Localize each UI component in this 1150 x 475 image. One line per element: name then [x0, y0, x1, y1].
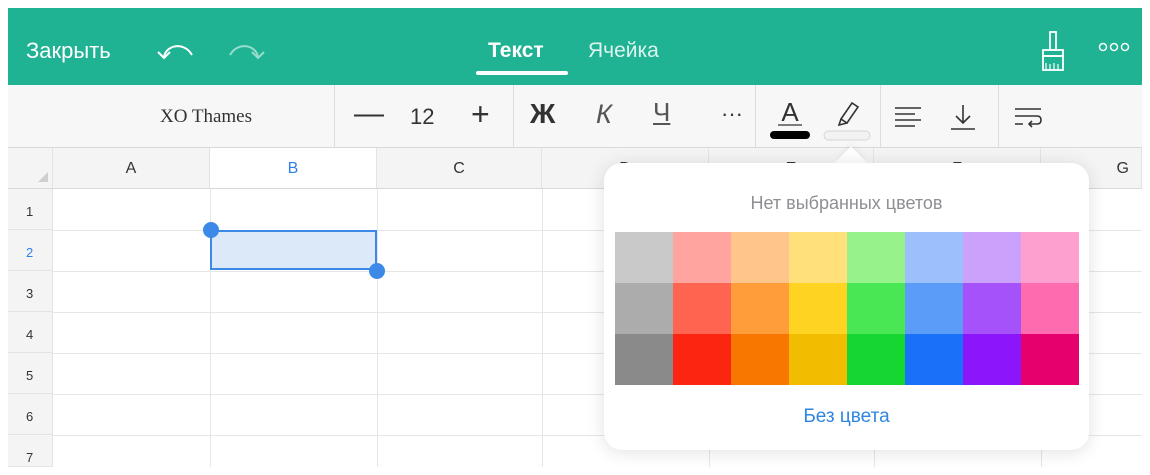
- color-swatch[interactable]: [847, 334, 905, 385]
- text-color-button[interactable]: A: [768, 93, 812, 141]
- redo-icon[interactable]: [224, 35, 268, 63]
- color-swatch[interactable]: [847, 232, 905, 283]
- align-left-icon[interactable]: [893, 102, 923, 132]
- color-swatch[interactable]: [963, 334, 1021, 385]
- color-swatch[interactable]: [905, 334, 963, 385]
- column-header-c[interactable]: C: [377, 148, 542, 189]
- column-header-b[interactable]: B: [210, 148, 377, 189]
- toolbar-divider: [755, 85, 756, 148]
- increase-font-button[interactable]: +: [471, 96, 490, 133]
- column-header-a[interactable]: A: [53, 148, 210, 189]
- row-header-4[interactable]: 4: [8, 312, 53, 353]
- selection-handle-top-left[interactable]: [203, 222, 219, 238]
- color-swatch[interactable]: [963, 283, 1021, 334]
- color-swatch[interactable]: [615, 232, 673, 283]
- highlight-button[interactable]: [822, 93, 872, 141]
- underline-label: Ч: [653, 97, 671, 127]
- top-bar: Закрыть Текст Ячейка: [8, 8, 1142, 85]
- decrease-font-button[interactable]: —: [354, 97, 384, 131]
- color-swatch[interactable]: [615, 283, 673, 334]
- color-swatch[interactable]: [673, 232, 731, 283]
- more-options-icon[interactable]: [1098, 41, 1130, 53]
- toolbar-divider: [998, 85, 999, 148]
- undo-icon[interactable]: [154, 35, 198, 63]
- color-swatch[interactable]: [1021, 334, 1079, 385]
- no-color-button[interactable]: Без цвета: [604, 406, 1089, 428]
- color-swatch[interactable]: [1021, 232, 1079, 283]
- color-swatch[interactable]: [905, 283, 963, 334]
- font-picker[interactable]: XO Thames: [160, 106, 252, 128]
- row-header-6[interactable]: 6: [8, 394, 53, 435]
- color-swatch[interactable]: [673, 283, 731, 334]
- active-tab-indicator: [476, 71, 568, 75]
- app-window: Закрыть Текст Ячейка XO Thames — 12 + Ж …: [8, 8, 1142, 467]
- italic-button[interactable]: К: [596, 99, 612, 130]
- corner-triangle-icon: [38, 172, 48, 182]
- color-swatch[interactable]: [731, 232, 789, 283]
- format-toolbar: XO Thames — 12 + Ж К Ч ··· A: [8, 85, 1142, 148]
- underline-button[interactable]: Ч: [653, 97, 670, 128]
- color-swatch[interactable]: [789, 334, 847, 385]
- color-swatch[interactable]: [789, 283, 847, 334]
- tab-cell[interactable]: Ячейка: [588, 39, 659, 63]
- close-button[interactable]: Закрыть: [26, 38, 111, 64]
- toolbar-divider: [880, 85, 881, 148]
- row-header-3[interactable]: 3: [8, 271, 53, 312]
- grid-line: [377, 189, 378, 467]
- more-text-options-button[interactable]: ···: [721, 101, 743, 127]
- svg-text:A: A: [781, 97, 799, 127]
- text-color-icon: A: [770, 97, 810, 139]
- row-header-1[interactable]: 1: [8, 189, 53, 230]
- color-swatch[interactable]: [1021, 283, 1079, 334]
- color-swatch[interactable]: [963, 232, 1021, 283]
- tab-text[interactable]: Текст: [488, 39, 544, 63]
- popover-title: Нет выбранных цветов: [750, 193, 943, 213]
- font-size-value[interactable]: 12: [410, 104, 434, 130]
- color-swatch[interactable]: [731, 283, 789, 334]
- highlight-pen-icon: [823, 101, 871, 141]
- color-swatch[interactable]: [673, 334, 731, 385]
- select-all-corner[interactable]: [8, 148, 53, 189]
- grid-line: [542, 189, 543, 467]
- toolbar-divider: [513, 85, 514, 148]
- row-header-2[interactable]: 2: [8, 230, 53, 271]
- color-swatch[interactable]: [731, 334, 789, 385]
- color-popover: Нет выбранных цветов Без цвета: [604, 163, 1089, 450]
- color-swatch[interactable]: [847, 283, 905, 334]
- color-swatch[interactable]: [789, 232, 847, 283]
- toolbar-divider: [334, 85, 335, 148]
- color-swatch[interactable]: [905, 232, 963, 283]
- color-swatch[interactable]: [615, 334, 673, 385]
- align-bottom-icon[interactable]: [948, 102, 978, 132]
- text-wrap-icon[interactable]: [1013, 102, 1043, 132]
- row-header-5[interactable]: 5: [8, 353, 53, 394]
- paintbrush-icon[interactable]: [1040, 30, 1066, 72]
- color-swatch-grid: [615, 232, 1079, 385]
- row-header-7[interactable]: 7: [8, 435, 53, 467]
- bold-button[interactable]: Ж: [530, 98, 555, 130]
- selected-cell-b2[interactable]: [210, 230, 377, 270]
- selection-handle-bottom-right[interactable]: [369, 263, 385, 279]
